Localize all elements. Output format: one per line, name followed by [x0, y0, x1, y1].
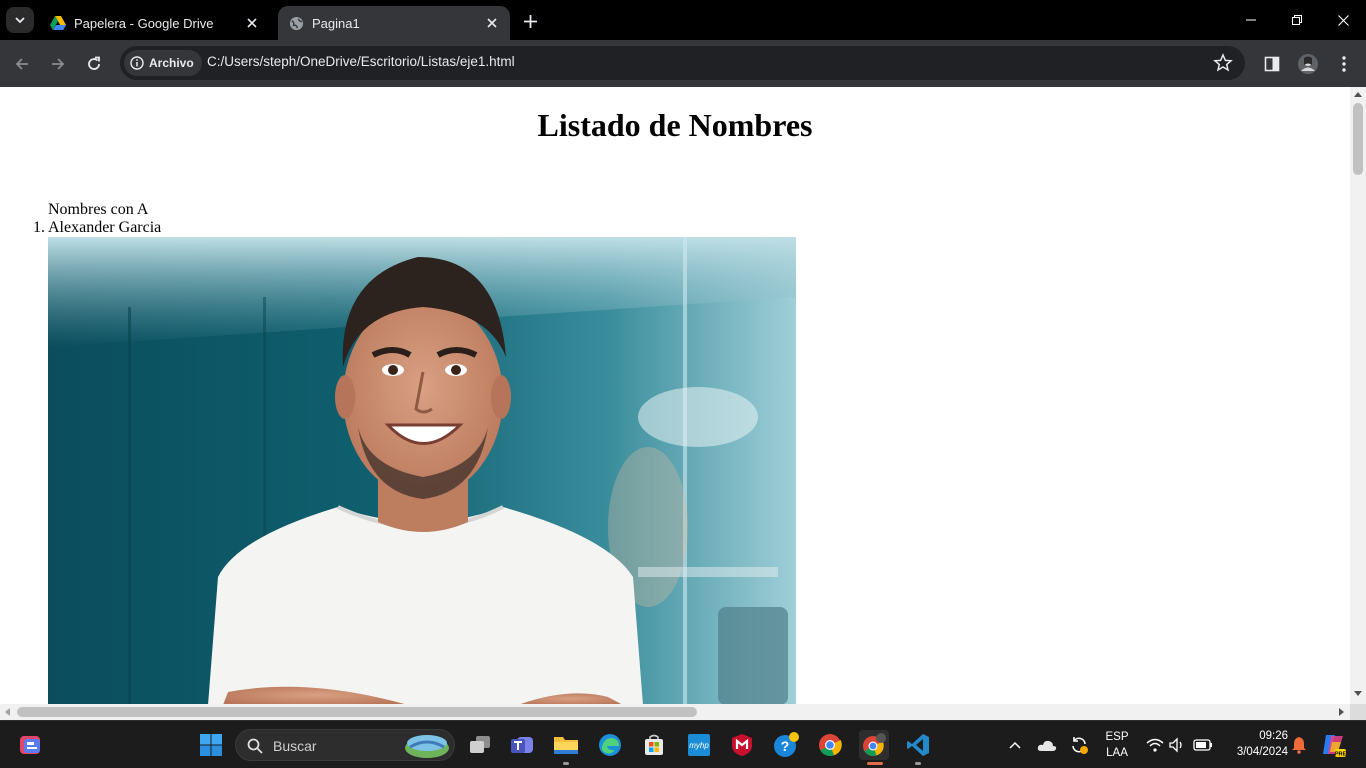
- chrome-icon[interactable]: [815, 730, 845, 760]
- plus-icon: [523, 14, 537, 28]
- windows-taskbar: Buscar myhp ? ESP LAA 09:26 3/04/2024 PR…: [0, 720, 1366, 768]
- browser-toolbar: Archivo C:/Users/steph/OneDrive/Escritor…: [0, 40, 1366, 87]
- search-placeholder: Buscar: [273, 738, 317, 754]
- scroll-left-arrow-icon[interactable]: [5, 708, 10, 716]
- svg-text:myhp: myhp: [689, 741, 709, 750]
- chevron-down-icon: [15, 17, 25, 24]
- side-panel-button[interactable]: [1258, 50, 1286, 78]
- restore-icon: [1292, 15, 1302, 25]
- vscode-icon[interactable]: [903, 730, 933, 760]
- search-icon: [247, 738, 263, 754]
- close-tab-icon[interactable]: [242, 13, 262, 33]
- page-title: Listado de Nombres: [537, 107, 813, 143]
- clock-date[interactable]: 3/04/2024: [1218, 746, 1288, 758]
- scroll-right-arrow-icon[interactable]: [1339, 708, 1344, 716]
- scrollbar-corner: [1350, 704, 1366, 720]
- close-icon: [1337, 14, 1349, 26]
- vertical-scroll-thumb[interactable]: [1353, 103, 1363, 175]
- list-item-name: Alexander Garcia: [48, 219, 162, 236]
- page-viewport: Listado de Nombres Nombres con A 1. Alex…: [0, 87, 1350, 704]
- forward-button[interactable]: [44, 50, 72, 78]
- scroll-down-arrow-icon[interactable]: [1354, 691, 1362, 696]
- globe-icon: [288, 15, 304, 31]
- info-icon: [130, 56, 144, 70]
- browser-tab-bar: Papelera - Google Drive Pagina1: [0, 0, 1366, 40]
- address-bar[interactable]: Archivo C:/Users/steph/OneDrive/Escritor…: [120, 46, 1245, 80]
- copilot-icon[interactable]: PRE: [1318, 730, 1348, 760]
- list-item-number: 1.: [33, 219, 45, 236]
- vertical-scrollbar[interactable]: [1350, 87, 1366, 704]
- running-indicator: [563, 762, 569, 765]
- kebab-menu-icon: [1342, 56, 1346, 72]
- chevron-up-icon[interactable]: [1000, 730, 1030, 760]
- tab-pagina1[interactable]: Pagina1: [278, 6, 510, 40]
- mcafee-icon[interactable]: [727, 730, 757, 760]
- sync-icon[interactable]: [1064, 730, 1094, 760]
- chrome-profile-icon[interactable]: [859, 730, 889, 760]
- svg-text:?: ?: [781, 738, 790, 754]
- tab-google-drive[interactable]: Papelera - Google Drive: [40, 6, 270, 40]
- new-tab-button[interactable]: [518, 10, 542, 32]
- side-panel-icon: [1264, 56, 1280, 72]
- reload-icon: [88, 56, 100, 70]
- bookmark-star-icon[interactable]: [1213, 53, 1233, 73]
- tab-search-button[interactable]: [6, 7, 34, 33]
- help-icon[interactable]: ?: [771, 730, 801, 760]
- battery-icon[interactable]: [1188, 730, 1218, 760]
- running-indicator: [915, 762, 921, 765]
- arrow-right-icon: [52, 58, 65, 70]
- avatar-icon: [1298, 54, 1318, 74]
- onedrive-cloud-icon[interactable]: [1032, 730, 1062, 760]
- horizontal-scroll-thumb[interactable]: [17, 707, 697, 717]
- language-indicator[interactable]: ESP: [1100, 731, 1134, 743]
- edge-icon[interactable]: [595, 730, 625, 760]
- tab-title: Papelera - Google Drive: [74, 15, 214, 31]
- keyboard-layout-indicator[interactable]: LAA: [1100, 747, 1134, 759]
- list-heading: Nombres con A: [48, 201, 149, 218]
- close-tab-icon[interactable]: [482, 13, 502, 33]
- microsoft-store-icon[interactable]: [639, 730, 669, 760]
- clock-time[interactable]: 09:26: [1218, 730, 1288, 742]
- widgets-icon[interactable]: [16, 730, 46, 760]
- site-info-chip[interactable]: Archivo: [124, 50, 202, 76]
- notification-bell-icon[interactable]: [1284, 730, 1314, 760]
- reload-button[interactable]: [80, 50, 108, 78]
- task-view-icon[interactable]: [465, 730, 495, 760]
- minimize-icon: [1246, 19, 1256, 21]
- svg-text:PRE: PRE: [1335, 752, 1346, 758]
- url-text[interactable]: C:/Users/steph/OneDrive/Escritorio/Lista…: [207, 54, 515, 69]
- tab-title: Pagina1: [312, 15, 360, 31]
- running-indicator: [867, 762, 883, 765]
- scroll-up-arrow-icon[interactable]: [1354, 92, 1362, 97]
- close-window-button[interactable]: [1320, 0, 1366, 40]
- windows-start-icon[interactable]: [196, 730, 226, 760]
- menu-button[interactable]: [1330, 50, 1358, 78]
- arrow-left-icon: [15, 58, 28, 70]
- google-drive-icon: [50, 15, 66, 31]
- profile-button[interactable]: [1294, 50, 1322, 78]
- back-button[interactable]: [8, 50, 36, 78]
- search-highlight-icon: [405, 735, 449, 758]
- restore-button[interactable]: [1274, 0, 1320, 40]
- minimize-button[interactable]: [1228, 0, 1274, 40]
- security-chip-label: Archivo: [149, 56, 194, 70]
- portrait-photo: [48, 237, 796, 704]
- horizontal-scrollbar[interactable]: [0, 704, 1350, 720]
- teams-icon[interactable]: [507, 730, 537, 760]
- taskbar-search-box[interactable]: Buscar: [235, 729, 455, 761]
- file-explorer-icon[interactable]: [551, 730, 581, 760]
- myhp-icon[interactable]: myhp: [684, 730, 714, 760]
